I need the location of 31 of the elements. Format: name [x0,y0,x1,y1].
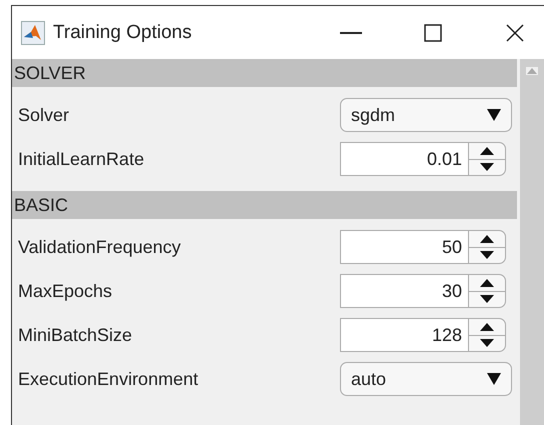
dropdown[interactable]: auto [340,362,512,396]
field-label: Solver [18,104,70,126]
close-icon [506,24,524,42]
caret-icon [487,109,501,121]
window-title: Training Options [53,22,193,44]
field-label: MiniBatchSize [18,324,134,346]
field-label: ExecutionEnvironment [18,368,200,390]
field-label: MaxEpochs [18,280,114,302]
down-arrow-icon [480,295,494,304]
up-arrow-icon [480,146,494,155]
caret-icon [487,373,501,385]
field-label: ValidationFrequency [18,236,182,258]
maximize-icon [424,24,442,42]
up-arrow-icon [480,278,494,287]
down-arrow-icon [480,251,494,260]
up-arrow-icon [480,234,494,243]
section-header: SOLVER [12,59,517,87]
app-logo-icon [21,20,45,44]
down-arrow-icon [480,339,494,348]
number-field[interactable]: 50 [340,230,468,264]
number-field[interactable]: 30 [340,274,468,308]
field-label: InitialLearnRate [18,148,146,170]
section-header: BASIC [12,191,517,219]
down-arrow-icon [480,163,494,172]
minimize-icon [340,32,362,34]
scrollbar[interactable] [517,59,544,425]
number-field[interactable]: 128 [340,318,468,352]
number-field[interactable]: 0.01 [340,142,468,176]
up-arrow-icon [480,322,494,331]
scroll-up-icon [526,67,538,75]
dropdown[interactable]: sgdm [340,98,512,132]
